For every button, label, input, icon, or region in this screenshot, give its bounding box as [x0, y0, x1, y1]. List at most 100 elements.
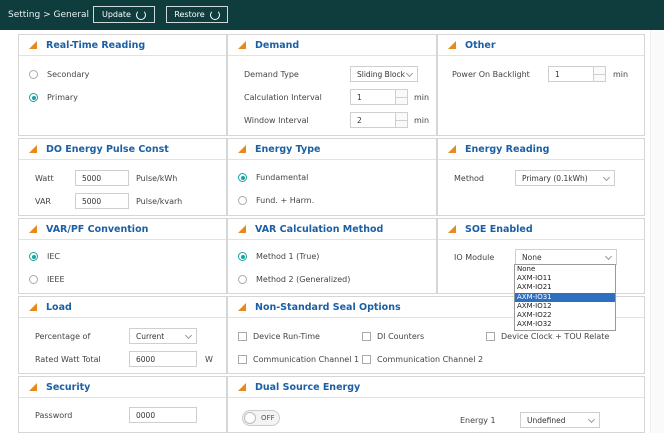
seal-title: Non-Standard Seal Options [255, 301, 401, 313]
calc-interval-value: 1 [357, 92, 362, 102]
check-di-counters[interactable] [362, 332, 371, 341]
rated-watt-value: 6000 [136, 354, 156, 364]
other-title: Other [465, 39, 496, 51]
window-interval-stepper[interactable] [396, 112, 408, 128]
watt-unit: Pulse/kWh [136, 174, 178, 183]
io-module-label: IO Module [454, 253, 495, 262]
radio-iec-label: IEC [47, 252, 60, 261]
watt-input[interactable]: 5000 [75, 170, 129, 186]
realtime-title: Real-Time Reading [46, 39, 146, 51]
password-input[interactable]: 0000 [129, 407, 197, 423]
update-button[interactable]: Update [93, 6, 155, 23]
triangle-icon [238, 225, 246, 233]
io-option-axm-io21[interactable]: AXM-IO21 [515, 283, 615, 292]
io-option-axm-io11[interactable]: AXM-IO11 [515, 274, 615, 283]
triangle-icon [448, 145, 456, 153]
energy-reading-title: Energy Reading [465, 143, 550, 155]
energy-reading-panel: Energy Reading Method Primary (0.1kWh) [437, 138, 645, 216]
radio-iec[interactable] [29, 252, 38, 261]
demand-type-value: Sliding Block [357, 69, 405, 79]
window-interval-label: Window Interval [244, 116, 309, 125]
history-icon [209, 9, 220, 20]
update-button-label: Update [102, 10, 131, 19]
varcalc-panel: VAR Calculation Method Method 1 (True) M… [227, 218, 437, 294]
realtime-header: Real-Time Reading [19, 35, 226, 56]
radio-primary-label: Primary [47, 93, 78, 102]
backlight-stepper[interactable] [594, 66, 606, 82]
method-value: Primary (0.1kWh) [522, 173, 588, 183]
triangle-icon [29, 145, 37, 153]
check-clock-tou[interactable] [486, 332, 495, 341]
other-panel: Other Power On Backlight 1 min [437, 34, 645, 136]
radio-fundamental-label: Fundamental [256, 173, 309, 182]
refresh-icon [135, 9, 146, 20]
radio-method2[interactable] [238, 275, 247, 284]
varpf-panel: VAR/PF Convention IEC IEEE [18, 218, 227, 294]
backlight-value: 1 [555, 69, 560, 79]
demand-type-select[interactable]: Sliding Block [350, 66, 418, 82]
chevron-down-icon [184, 331, 193, 340]
calc-interval-label: Calculation Interval [244, 93, 322, 102]
rated-watt-input[interactable]: 6000 [129, 351, 197, 367]
var-unit: Pulse/kvarh [136, 197, 183, 206]
demand-type-label: Demand Type [244, 70, 299, 79]
load-header: Load [19, 297, 226, 318]
password-label: Password [35, 411, 73, 420]
method-select[interactable]: Primary (0.1kWh) [515, 170, 615, 186]
radio-primary[interactable] [29, 93, 38, 102]
dual-title: Dual Source Energy [255, 381, 361, 393]
io-option-axm-io12[interactable]: AXM-IO12 [515, 302, 615, 311]
window-interval-input[interactable]: 2 [350, 112, 396, 128]
radio-method1[interactable] [238, 252, 247, 261]
top-bar: Setting > General Update Restore [0, 0, 664, 30]
backlight-label: Power On Backlight [452, 70, 530, 79]
calc-interval-stepper[interactable] [396, 89, 408, 105]
energy-reading-header: Energy Reading [438, 139, 644, 160]
check-comm-1[interactable] [238, 355, 247, 364]
io-option-axm-io31[interactable]: AXM-IO31 [515, 292, 615, 302]
radio-fundamental[interactable] [238, 173, 247, 182]
chevron-down-icon [604, 252, 613, 261]
other-header: Other [438, 35, 644, 56]
soe-header: SOE Enabled [438, 219, 644, 240]
energy1-select[interactable]: Undefined [520, 412, 600, 428]
triangle-icon [29, 303, 37, 311]
check-run-time[interactable] [238, 332, 247, 341]
varpf-header: VAR/PF Convention [19, 219, 226, 240]
varcalc-header: VAR Calculation Method [228, 219, 436, 240]
check-clock-tou-label: Device Clock + TOU Relate [501, 332, 610, 341]
load-title: Load [46, 301, 72, 313]
check-comm-2-label: Communication Channel 2 [377, 355, 484, 364]
breadcrumb: Setting > General [8, 10, 89, 20]
scrollbar[interactable] [650, 30, 664, 433]
watt-value: 5000 [82, 173, 102, 183]
percentage-value: Current [136, 331, 165, 341]
radio-ieee[interactable] [29, 275, 38, 284]
radio-secondary[interactable] [29, 70, 38, 79]
calc-interval-input[interactable]: 1 [350, 89, 396, 105]
backlight-input[interactable]: 1 [548, 66, 594, 82]
restore-button[interactable]: Restore [166, 6, 228, 23]
energy1-value: Undefined [527, 415, 566, 425]
radio-fund-harm[interactable] [238, 196, 247, 205]
check-comm-2[interactable] [362, 355, 371, 364]
io-module-select[interactable]: None [515, 249, 617, 265]
chevron-down-icon [405, 69, 414, 78]
toggle-knob [244, 412, 256, 424]
io-option-axm-io32[interactable]: AXM-IO32 [515, 320, 615, 329]
io-option-none[interactable]: None [515, 265, 615, 274]
triangle-icon [238, 145, 246, 153]
security-header: Security [19, 377, 226, 398]
radio-ieee-label: IEEE [47, 275, 65, 284]
dual-source-toggle[interactable]: OFF [242, 410, 280, 426]
security-panel: Security Password 0000 [18, 376, 227, 433]
varpf-title: VAR/PF Convention [46, 223, 149, 235]
window-interval-value: 2 [357, 115, 362, 125]
energy-type-title: Energy Type [255, 143, 321, 155]
percentage-select[interactable]: Current [129, 328, 197, 344]
soe-title: SOE Enabled [465, 223, 533, 235]
realtime-panel: Real-Time Reading Secondary Primary [18, 34, 227, 136]
var-input[interactable]: 5000 [75, 193, 129, 209]
chevron-down-icon [587, 415, 596, 424]
io-option-axm-io22[interactable]: AXM-IO22 [515, 311, 615, 320]
